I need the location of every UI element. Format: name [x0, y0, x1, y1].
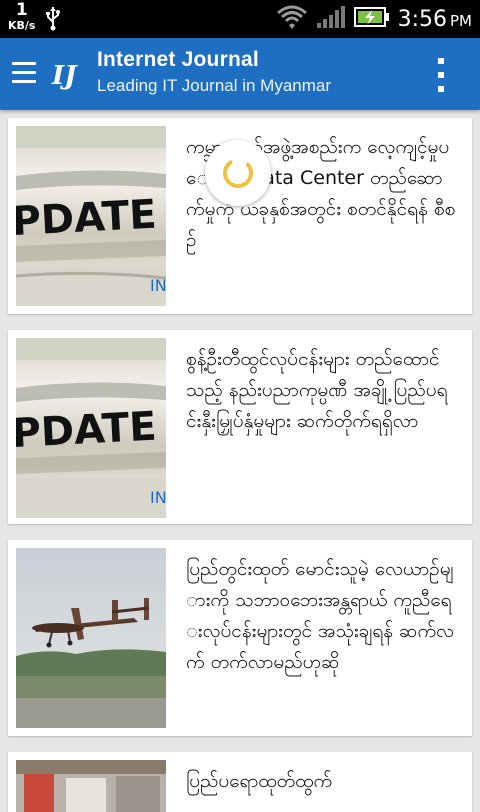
svg-text:PDATE N: PDATE N — [16, 401, 166, 457]
clock-ampm: PM — [450, 11, 472, 30]
article-card[interactable]: ပြည်ပရောထုတ်ထွက် — [8, 752, 472, 812]
usb-icon — [45, 6, 61, 36]
status-bar: 1 KB/s 3:56 PM — [0, 0, 480, 38]
article-title: စွန့်ဦးတီထွင်လုပ်ငန်းများ တည်ထောင်သည့် န… — [186, 348, 448, 432]
network-speed-value: 1 — [15, 0, 28, 20]
spinner-icon — [223, 158, 253, 188]
svg-text:IJ: IJ — [51, 61, 78, 91]
article-thumbnail: PDATE N IN — [16, 338, 166, 518]
article-title: ပြည်တွင်းထုတ် မောင်းသူမဲ့ လေယာဉ်များကို … — [186, 558, 454, 673]
overflow-menu-icon[interactable] — [436, 58, 446, 92]
article-title: ပြည်ပရောထုတ်ထွက် — [186, 770, 333, 792]
battery-charging-icon — [353, 6, 390, 32]
svg-text:PDATE N: PDATE N — [16, 189, 166, 245]
article-card[interactable]: PDATE N IN စွန့်ဦးတီထွင်လုပ်ငန်းများ တည်… — [8, 330, 472, 524]
network-speed: 1 KB/s — [8, 0, 36, 32]
signal-icon — [316, 5, 346, 33]
clock: 3:56 PM — [398, 7, 472, 32]
app-bar: IJ Internet Journal Leading IT Journal i… — [0, 38, 480, 110]
svg-text:IN: IN — [150, 488, 166, 507]
loading-spinner — [205, 140, 271, 206]
app-subtitle: Leading IT Journal in Myanmar — [97, 76, 332, 95]
article-thumbnail — [16, 548, 166, 728]
hamburger-menu-icon[interactable] — [12, 62, 36, 86]
clock-time: 3:56 — [397, 6, 447, 32]
article-thumbnail: PDATE N IN — [16, 126, 166, 306]
app-logo: IJ — [50, 56, 82, 92]
network-speed-unit: KB/s — [8, 19, 36, 32]
article-thumbnail — [16, 760, 166, 812]
svg-text:IN: IN — [150, 276, 166, 295]
article-card[interactable]: ပြည်တွင်းထုတ် မောင်းသူမဲ့ လေယာဉ်များကို … — [8, 540, 472, 736]
wifi-icon — [276, 4, 308, 34]
app-title: Internet Journal — [97, 48, 259, 71]
